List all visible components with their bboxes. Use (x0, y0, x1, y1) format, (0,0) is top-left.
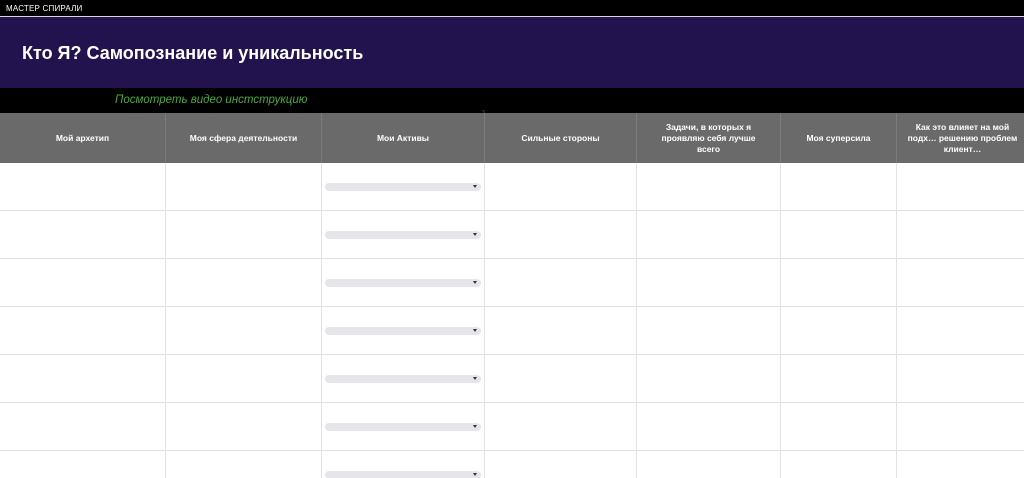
table-cell[interactable] (322, 307, 485, 354)
table-cell[interactable] (781, 307, 897, 354)
table-cell[interactable] (485, 259, 637, 306)
table-cell[interactable] (485, 355, 637, 402)
table-cell[interactable] (781, 451, 897, 478)
table-cell[interactable] (485, 307, 637, 354)
column-header-label: Мой архетип (55, 132, 110, 143)
table-row (0, 355, 1024, 403)
table-cell[interactable] (166, 355, 322, 402)
table-cell[interactable] (166, 451, 322, 478)
table-cell[interactable] (637, 403, 781, 450)
title-banner: Кто Я? Самопознание и уникальность (0, 17, 1024, 88)
column-header-client-impact[interactable]: Как это влияет на мой подх… решению проб… (897, 113, 1024, 163)
table-cell[interactable] (897, 211, 1024, 258)
video-instruction-link[interactable]: Посмотреть видео инстструкцию (115, 94, 307, 107)
chevron-down-icon (473, 281, 477, 284)
spreadsheet-window: МАСТЕР СПИРАЛИ Кто Я? Самопознание и уни… (0, 0, 1024, 478)
table-cell[interactable] (0, 451, 166, 478)
page-title: Кто Я? Самопознание и уникальность (22, 43, 364, 63)
table-cell[interactable] (166, 163, 322, 210)
table-cell[interactable] (781, 259, 897, 306)
assets-dropdown[interactable] (325, 471, 481, 478)
table-cell[interactable] (897, 163, 1024, 210)
table-cell[interactable] (166, 403, 322, 450)
table-row (0, 451, 1024, 478)
video-instruction-bar: Посмотреть видео инстструкцию (0, 88, 1024, 114)
table-cell[interactable] (637, 163, 781, 210)
table-cell[interactable] (322, 163, 485, 210)
table-cell[interactable] (166, 259, 322, 306)
chevron-down-icon (473, 233, 477, 236)
column-header-best-tasks[interactable]: Задачи, в которых я проявляю себя лучше … (637, 113, 781, 163)
table-cell[interactable] (897, 355, 1024, 402)
table-cell[interactable] (0, 307, 166, 354)
table-cell[interactable] (781, 355, 897, 402)
column-header-field-of-activity[interactable]: Моя сфера деятельности (166, 113, 322, 163)
table-cell[interactable] (781, 403, 897, 450)
assets-dropdown[interactable] (325, 423, 481, 431)
chevron-down-icon (473, 377, 477, 380)
table-cell[interactable] (897, 403, 1024, 450)
table-header-row: Мой архетип Моя сфера деятельности Мои А… (0, 113, 1024, 163)
brand-label: МАСТЕР СПИРАЛИ (6, 4, 83, 13)
table-body (0, 163, 1024, 478)
assets-dropdown[interactable] (325, 375, 481, 383)
table-cell[interactable] (485, 163, 637, 210)
column-header-label: Моя суперсила (806, 132, 871, 143)
assets-dropdown[interactable] (325, 231, 481, 239)
table-cell[interactable] (781, 211, 897, 258)
table-cell[interactable] (637, 307, 781, 354)
column-header-label: Как это влияет на мой подх… решению проб… (907, 121, 1018, 154)
table-cell[interactable] (0, 163, 166, 210)
table-cell[interactable] (322, 211, 485, 258)
assets-dropdown[interactable] (325, 279, 481, 287)
column-header-label: Моя сфера деятельности (189, 132, 298, 143)
table-cell[interactable] (485, 211, 637, 258)
table-cell[interactable] (322, 403, 485, 450)
table-cell[interactable] (897, 259, 1024, 306)
table-cell[interactable] (781, 163, 897, 210)
table-cell[interactable] (0, 355, 166, 402)
table-cell[interactable] (897, 307, 1024, 354)
table-cell[interactable] (322, 259, 485, 306)
table-cell[interactable] (897, 451, 1024, 478)
column-header-label: Мои Активы (376, 132, 430, 143)
table-cell[interactable] (637, 211, 781, 258)
table-row (0, 211, 1024, 259)
chevron-down-icon (473, 473, 477, 476)
column-header-label: Сильные стороны (521, 132, 600, 143)
column-header-label: Задачи, в которых я проявляю себя лучше … (661, 121, 756, 154)
table-cell[interactable] (485, 403, 637, 450)
table-cell[interactable] (637, 355, 781, 402)
table-row (0, 403, 1024, 451)
column-header-superpower[interactable]: Моя суперсила (781, 113, 897, 163)
table-cell[interactable] (322, 451, 485, 478)
table-cell[interactable] (0, 259, 166, 306)
table-row (0, 163, 1024, 211)
table-cell[interactable] (322, 355, 485, 402)
top-bar: МАСТЕР СПИРАЛИ (0, 0, 1024, 17)
table-row (0, 259, 1024, 307)
chevron-down-icon (473, 425, 477, 428)
column-header-assets[interactable]: Мои Активы (322, 113, 485, 163)
table-cell[interactable] (166, 211, 322, 258)
table-cell[interactable] (166, 307, 322, 354)
table-cell[interactable] (0, 403, 166, 450)
chevron-down-icon (473, 329, 477, 332)
table-row (0, 307, 1024, 355)
assets-dropdown[interactable] (325, 327, 481, 335)
table-cell[interactable] (485, 451, 637, 478)
column-header-strengths[interactable]: Сильные стороны (485, 113, 637, 163)
table-cell[interactable] (637, 259, 781, 306)
table-cell[interactable] (637, 451, 781, 478)
table-cell[interactable] (0, 211, 166, 258)
assets-dropdown[interactable] (325, 183, 481, 191)
column-header-archetype[interactable]: Мой архетип (0, 113, 166, 163)
chevron-down-icon (473, 185, 477, 188)
